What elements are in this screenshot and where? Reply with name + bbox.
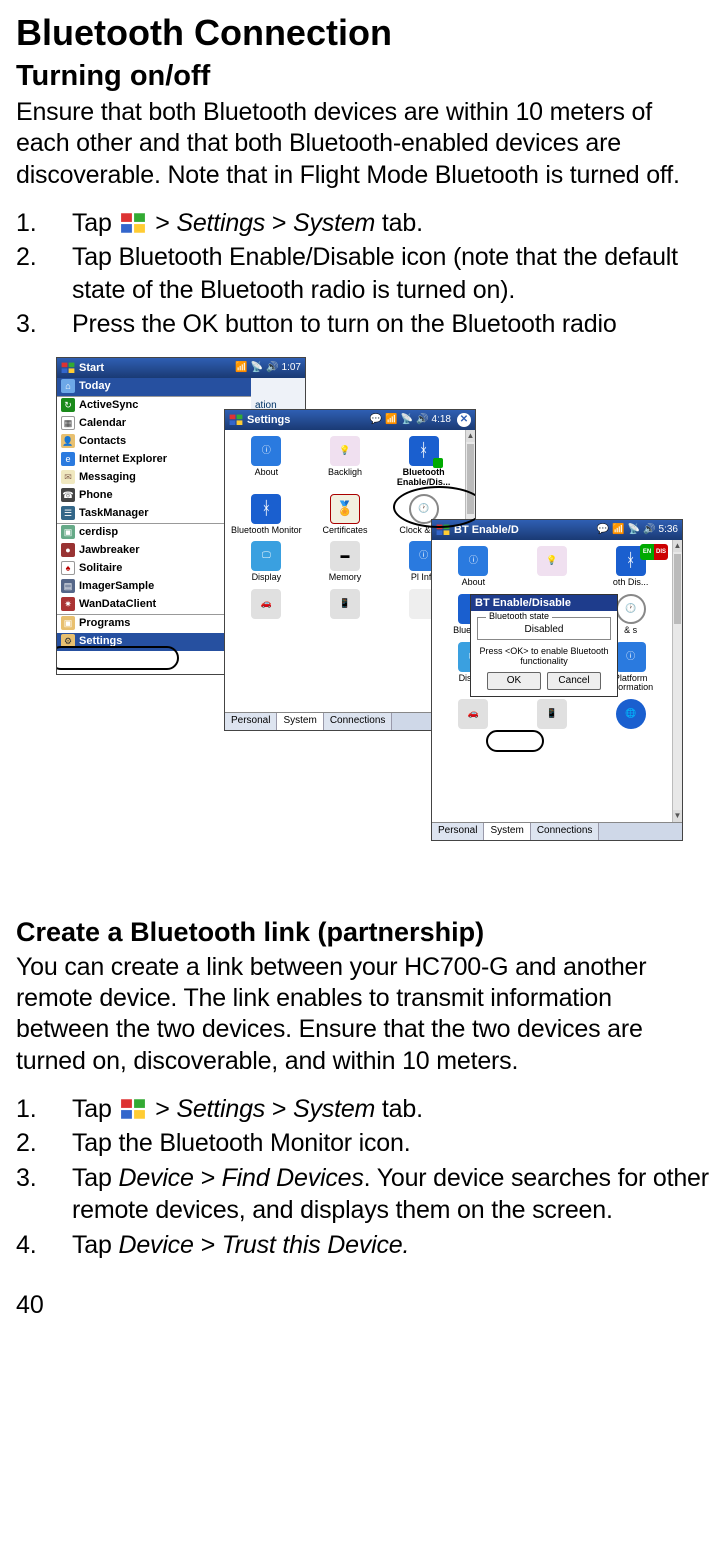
page-number: 40 — [16, 1291, 709, 1320]
antenna-icon: 📡 — [251, 362, 263, 373]
step-2: 2. Tap the Bluetooth Monitor icon. — [16, 1127, 709, 1160]
icon-radio[interactable]: 📱 — [513, 699, 592, 731]
title-text: Start — [79, 362, 104, 374]
scroll-up-icon[interactable]: ▲ — [466, 430, 475, 442]
scrollbar[interactable]: ▲ ▼ — [672, 540, 682, 822]
speaker-icon: 🔊 — [416, 414, 428, 425]
task-icon: ☰ — [61, 506, 75, 520]
icon-regional[interactable]: 🚗 — [434, 699, 513, 731]
chat-icon: 💬 — [597, 524, 609, 535]
titlebar: Settings 💬 📶 📡 🔊 4:18 ✕ — [225, 410, 475, 430]
clock-text: 5:36 — [659, 524, 678, 535]
sync-icon: ↻ — [61, 398, 75, 412]
step-2: 2. Tap Bluetooth Enable/Disable icon (no… — [16, 241, 709, 306]
cards-icon: ♠ — [61, 561, 75, 575]
tab-personal[interactable]: Personal — [432, 823, 484, 840]
cancel-button[interactable]: Cancel — [547, 672, 601, 690]
calendar-icon: ▦ — [61, 416, 75, 430]
clock-text: 1:07 — [282, 362, 301, 373]
windows-flag-icon — [120, 1096, 146, 1118]
page-content: Bluetooth Connection Turning on/off Ensu… — [0, 0, 725, 1332]
today-icon: ⌂ — [61, 379, 75, 393]
ie-icon: e — [61, 452, 75, 466]
icon-display[interactable]: 🖵Display — [227, 541, 306, 583]
icon-memory[interactable]: ▬Memory — [306, 541, 385, 583]
chat-icon: 💬 — [370, 414, 382, 425]
programs-icon: ▣ — [61, 616, 75, 630]
contacts-icon: 👤 — [61, 434, 75, 448]
icon-radio[interactable]: 📱 — [306, 589, 385, 621]
ok-button[interactable]: OK — [487, 672, 541, 690]
close-icon[interactable]: ✕ — [457, 413, 471, 427]
windows-flag-icon — [120, 210, 146, 232]
icon-grid: ⓘAbout 💡Backligh ᚼBluetooth Enable/Dis..… — [225, 430, 465, 628]
titlebar: Start 📶 📡 🔊 1:07 — [57, 358, 305, 378]
wan-icon: ✷ — [61, 597, 75, 611]
section1-intro: Ensure that both Bluetooth devices are w… — [16, 97, 709, 191]
enable-disable-pill-icon: EN DIS — [640, 544, 668, 560]
icon-about[interactable]: ⓘAbout — [227, 436, 306, 488]
icon-globe[interactable]: 🌐 — [591, 699, 670, 731]
page-title: Bluetooth Connection — [16, 12, 709, 54]
icon-bt-monitor[interactable]: ᚼBluetooth Monitor — [227, 494, 306, 536]
section-create-link-heading: Create a Bluetooth link (partnership) — [16, 917, 709, 948]
tab-system[interactable]: System — [484, 823, 530, 840]
icon-certificates[interactable]: 🏅Certificates — [306, 494, 385, 536]
speaker-icon: 🔊 — [266, 362, 278, 373]
titlebar: BT Enable/D 💬 📶 📡 🔊 5:36 — [432, 520, 682, 540]
screenshot-composite: Start 📶 📡 🔊 1:07 ation ⌂Today ↻ActiveSyn… — [56, 357, 696, 897]
icon-backlight[interactable]: 💡Backligh — [306, 436, 385, 488]
group-legend: Bluetooth state — [486, 611, 552, 621]
generic-icon: ▣ — [61, 525, 75, 539]
icon-bt-enable-disable[interactable]: ᚼBluetooth Enable/Dis... — [384, 436, 463, 488]
step-1: 1. Tap > Settings > System tab. — [16, 207, 709, 240]
imager-icon: ▤ — [61, 579, 75, 593]
windows-flag-icon — [61, 362, 75, 374]
title-text: Settings — [247, 414, 290, 426]
icon-regional[interactable]: 🚗 — [227, 589, 306, 621]
signal-icon: 📶 — [385, 414, 397, 425]
dialog-header: BT Enable/Disable — [471, 595, 617, 611]
antenna-icon: 📡 — [628, 524, 640, 535]
tab-personal[interactable]: Personal — [225, 713, 277, 730]
clock-text: 4:18 — [432, 414, 451, 425]
tab-system[interactable]: System — [277, 713, 323, 730]
section2-intro: You can create a link between your HC700… — [16, 952, 709, 1077]
section-turning-on-off-heading: Turning on/off — [16, 60, 709, 93]
step-3: 3. Tap Device > Find Devices. Your devic… — [16, 1162, 709, 1227]
bt-state-value: Disabled — [525, 624, 564, 635]
scroll-thumb[interactable] — [467, 444, 474, 514]
section2-steps: 1. Tap > Settings > System tab. 2. Tap t… — [16, 1093, 709, 1262]
bt-state-group: Bluetooth state Disabled — [477, 617, 611, 640]
step-4: 4. Tap Device > Trust this Device. — [16, 1229, 709, 1262]
windows-flag-icon — [229, 414, 243, 426]
antenna-icon: 📡 — [401, 414, 413, 425]
title-text: BT Enable/D — [454, 524, 519, 536]
mail-icon: ✉ — [61, 470, 75, 484]
speaker-icon: 🔊 — [643, 524, 655, 535]
scroll-down-icon[interactable]: ▼ — [673, 810, 682, 822]
settings-icon: ⚙ — [61, 634, 75, 648]
tab-connections[interactable]: Connections — [324, 713, 393, 730]
section1-steps: 1. Tap > Settings > System tab. 2. Tap B… — [16, 207, 709, 341]
icon-about[interactable]: ⓘAbout — [434, 546, 513, 588]
tabs: Personal System Connections — [432, 822, 682, 840]
dialog-message: Press <OK> to enable Bluetooth functiona… — [477, 646, 611, 666]
tab-connections[interactable]: Connections — [531, 823, 600, 840]
signal-icon: 📶 — [612, 524, 624, 535]
step-3: 3. Press the OK button to turn on the Bl… — [16, 308, 709, 341]
windows-flag-icon — [436, 524, 450, 536]
signal-icon: 📶 — [235, 362, 247, 373]
icon-backlight[interactable]: 💡 — [513, 546, 592, 588]
step-1: 1. Tap > Settings > System tab. — [16, 1093, 709, 1126]
scroll-thumb[interactable] — [674, 554, 681, 624]
scroll-up-icon[interactable]: ▲ — [673, 540, 682, 552]
game-icon: ● — [61, 543, 75, 557]
bt-enable-dialog: BT Enable/Disable Bluetooth state Disabl… — [470, 594, 618, 697]
screenshot-bt-enable-dialog: BT Enable/D 💬 📶 📡 🔊 5:36 EN DIS ⓘAbout 💡… — [431, 519, 683, 841]
phone-icon: ☎ — [61, 488, 75, 502]
